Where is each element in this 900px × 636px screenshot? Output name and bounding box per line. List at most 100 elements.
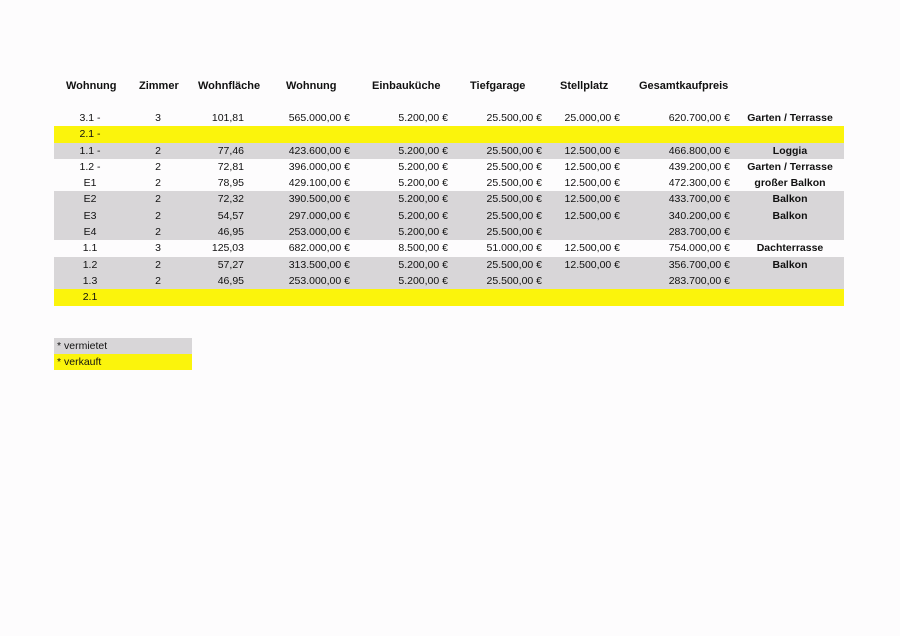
table-row: 2.1 - xyxy=(54,126,844,143)
table-row: 2.1 xyxy=(54,289,844,306)
cell-gesamtkaufpreis: 340.200,00 € xyxy=(668,209,730,222)
header-wohnung: Wohnung xyxy=(66,80,117,92)
cell-ausstattung: Loggia xyxy=(772,144,808,157)
header-gesamtkaufpreis: Gesamtkaufpreis xyxy=(639,80,729,92)
cell-tiefgarage: 25.500,00 € xyxy=(486,193,542,206)
cell-tiefgarage: 25.500,00 € xyxy=(486,177,542,190)
header-zimmer: Zimmer xyxy=(139,80,179,92)
cell-ausstattung: Balkon xyxy=(772,258,808,271)
cell-gesamtkaufpreis: 283.700,00 € xyxy=(668,274,730,287)
cell-zimmer: 2 xyxy=(155,144,161,157)
table-row: 1.2 2 57,27 313.500,00 € 5.200,00 € 25.500,00… xyxy=(54,256,844,273)
table-row: 1.1 3 125,03 682.000,00 € 8.500,00 € 51.000,0… xyxy=(54,240,844,257)
cell-wohnflaeche: 72,81 xyxy=(217,160,244,173)
cell-wohnung-preis: 682.000,00 € xyxy=(288,242,350,255)
cell-wohnung: 2.1 xyxy=(82,291,98,304)
cell-wohnung: 1.1 - xyxy=(79,144,101,157)
cell-stellplatz: 12.500,00 € xyxy=(564,144,620,157)
cell-wohnung: 1.3 xyxy=(82,274,98,287)
table-row: E2 2 72,32 390.500,00 € 5.200,00 € 25.500,00 … xyxy=(54,191,844,208)
cell-tiefgarage: 51.000,00 € xyxy=(486,242,542,255)
cell-stellplatz: 12.500,00 € xyxy=(564,177,620,190)
cell-zimmer: 2 xyxy=(155,177,161,190)
cell-wohnung: 2.1 - xyxy=(79,128,101,141)
cell-wohnung-preis: 396.000,00 € xyxy=(288,160,350,173)
table-row: E4 2 46,95 253.000,00 € 5.200,00 € 25.500,00 … xyxy=(54,224,844,241)
cell-wohnung-preis: 429.100,00 € xyxy=(288,177,350,190)
cell-wohnung: E3 xyxy=(83,209,97,222)
cell-einbaukueche: 5.200,00 € xyxy=(398,160,448,173)
cell-gesamtkaufpreis: 466.800,00 € xyxy=(668,144,730,157)
table-header: Wohnung Zimmer Wohnfläche Wohnung Einbau… xyxy=(0,80,900,94)
cell-tiefgarage: 25.500,00 € xyxy=(486,258,542,271)
cell-wohnung: E2 xyxy=(83,193,97,206)
table-row: 1.3 2 46,95 253.000,00 € 5.200,00 € 25.500,00… xyxy=(54,272,844,290)
cell-gesamtkaufpreis: 754.000,00 € xyxy=(668,242,730,255)
cell-wohnflaeche: 101,81 xyxy=(211,112,244,124)
cell-einbaukueche: 5.200,00 € xyxy=(398,177,448,190)
cell-wohnung: E4 xyxy=(83,226,97,239)
cell-einbaukueche: 5.200,00 € xyxy=(398,274,448,287)
cell-tiefgarage: 25.500,00 € xyxy=(486,209,542,222)
table-row: E1 2 78,95 429.100,00 € 5.200,00 € 25.500,00 … xyxy=(54,175,844,192)
cell-wohnflaeche: 78,95 xyxy=(217,177,244,190)
cell-wohnflaeche: 46,95 xyxy=(217,274,244,287)
cell-zimmer: 2 xyxy=(155,209,161,222)
cell-wohnung: 3.1 - xyxy=(79,112,101,124)
cell-einbaukueche: 5.200,00 € xyxy=(398,193,448,206)
cell-stellplatz: 25.000,00 € xyxy=(564,112,620,124)
cell-ausstattung: Dachterrasse xyxy=(756,242,824,255)
cell-zimmer: 2 xyxy=(155,258,161,271)
cell-zimmer: 2 xyxy=(155,274,161,287)
cell-stellplatz: 12.500,00 € xyxy=(564,160,620,173)
cell-wohnung-preis: 423.600,00 € xyxy=(288,144,350,157)
cell-wohnung: 1.1 xyxy=(82,242,98,255)
cell-wohnung-preis: 313.500,00 € xyxy=(288,258,350,271)
cell-einbaukueche: 5.200,00 € xyxy=(398,112,448,124)
cell-tiefgarage: 25.500,00 € xyxy=(486,144,542,157)
cell-wohnung: 1.2 - xyxy=(79,160,101,173)
cell-wohnung-preis: 297.000,00 € xyxy=(288,209,350,222)
cell-gesamtkaufpreis: 356.700,00 € xyxy=(668,258,730,271)
cell-wohnung: E1 xyxy=(83,177,97,190)
cell-wohnflaeche: 46,95 xyxy=(217,226,244,239)
cell-wohnung-preis: 253.000,00 € xyxy=(288,274,350,287)
header-stellplatz: Stellplatz xyxy=(560,80,609,92)
cell-tiefgarage: 25.500,00 € xyxy=(486,226,542,239)
cell-gesamtkaufpreis: 433.700,00 € xyxy=(668,193,730,206)
cell-einbaukueche: 5.200,00 € xyxy=(398,209,448,222)
cell-einbaukueche: 5.200,00 € xyxy=(398,258,448,271)
legend-vermietet: * vermietet xyxy=(54,338,192,354)
cell-zimmer: 3 xyxy=(155,242,161,255)
header-tiefgarage: Tiefgarage xyxy=(470,80,526,92)
legend: * vermietet * verkauft xyxy=(54,338,192,370)
table-row: 1.2 - 2 72,81 396.000,00 € 5.200,00 € 25.500,… xyxy=(54,158,844,176)
cell-gesamtkaufpreis: 283.700,00 € xyxy=(668,226,730,239)
header-wohnung-preis: Wohnung xyxy=(286,80,337,92)
cell-wohnflaeche: 72,32 xyxy=(217,193,244,206)
cell-zimmer: 3 xyxy=(155,112,161,124)
cell-zimmer: 2 xyxy=(155,193,161,206)
cell-ausstattung: Garten / Terrasse xyxy=(747,160,833,173)
cell-gesamtkaufpreis: 472.300,00 € xyxy=(668,177,730,190)
cell-ausstattung: großer Balkon xyxy=(754,177,826,190)
cell-ausstattung: Balkon xyxy=(772,209,808,222)
cell-tiefgarage: 25.500,00 € xyxy=(486,274,542,287)
cell-einbaukueche: 5.200,00 € xyxy=(398,226,448,239)
cell-einbaukueche: 8.500,00 € xyxy=(398,242,448,255)
cell-wohnflaeche: 125,03 xyxy=(211,242,244,255)
legend-verkauft: * verkauft xyxy=(54,354,192,370)
cell-zimmer: 2 xyxy=(155,226,161,239)
cell-wohnung-preis: 253.000,00 € xyxy=(288,226,350,239)
cell-tiefgarage: 25.500,00 € xyxy=(486,112,542,124)
cell-wohnung-preis: 565.000,00 € xyxy=(288,112,350,124)
spreadsheet-page: Wohnung Zimmer Wohnfläche Wohnung Einbau… xyxy=(0,0,900,636)
cell-gesamtkaufpreis: 439.200,00 € xyxy=(668,160,730,173)
cell-ausstattung: Garten / Terrasse xyxy=(747,112,833,124)
header-wohnflaeche: Wohnfläche xyxy=(198,80,261,92)
cell-wohnflaeche: 57,27 xyxy=(217,258,244,271)
cell-wohnung: 1.2 xyxy=(82,258,98,271)
cell-stellplatz: 12.500,00 € xyxy=(564,193,620,206)
header-einbaukueche: Einbauküche xyxy=(372,80,441,92)
cell-wohnflaeche: 54,57 xyxy=(217,209,244,222)
